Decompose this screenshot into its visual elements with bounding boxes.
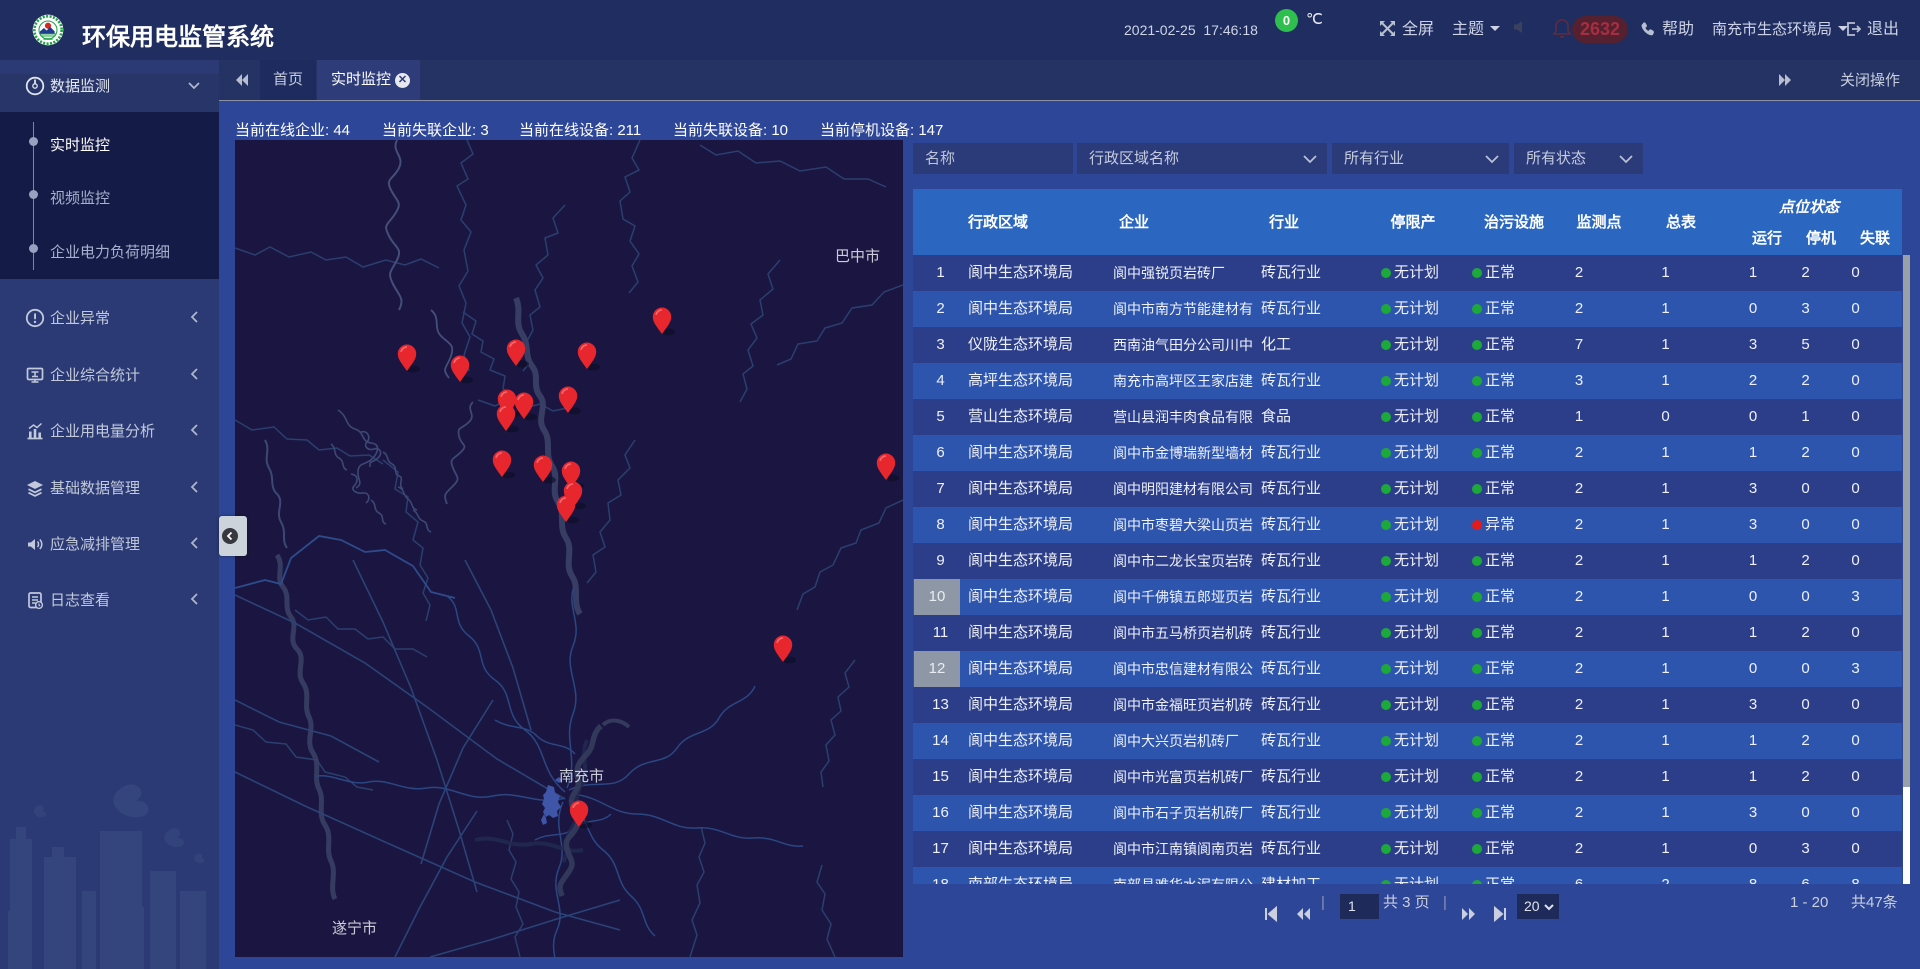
svg-text:巴中市: 巴中市 (835, 248, 880, 265)
svg-text:南充市: 南充市 (559, 768, 604, 785)
svg-text:遂宁市: 遂宁市 (332, 920, 377, 937)
